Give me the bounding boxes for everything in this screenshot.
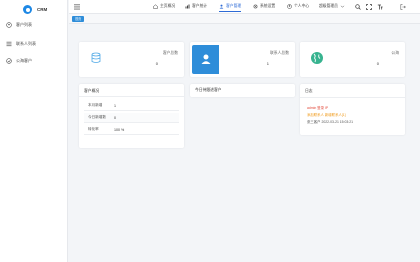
stat-icon-box	[79, 42, 112, 75]
row-key: 本月新增	[88, 103, 103, 107]
row-key: 转化率	[88, 127, 99, 131]
log-entry: 添加联系人 新增联系人[1]	[307, 113, 346, 117]
followups-panel: 今日待跟进客户	[190, 84, 295, 97]
sidebar-item-label: 公海客户	[16, 58, 32, 63]
home-icon	[153, 4, 158, 9]
stat-icon-box	[192, 45, 219, 74]
log-entry: admin 登录 IP	[307, 106, 329, 110]
stat-value: 0	[155, 61, 158, 66]
panel-title: 日志	[305, 89, 313, 93]
stat-card-contacts: 联系人总数 1	[190, 42, 295, 77]
search-icon[interactable]	[355, 4, 361, 10]
table-row: 今日新增数 0	[84, 113, 179, 123]
pool-icon	[6, 58, 12, 64]
sidebar-item-label: 联系人列表	[16, 41, 36, 46]
divider	[300, 97, 405, 98]
row-value: 0	[114, 115, 116, 120]
chart-icon	[185, 4, 190, 9]
person-icon	[287, 4, 292, 9]
row-value: 1	[114, 103, 116, 108]
nav-customer-manage[interactable]: 客户管理	[219, 4, 242, 12]
stat-label: 联系人总数	[270, 51, 289, 55]
row-value: 100 %	[114, 127, 125, 132]
nav-label: 主页概况	[160, 4, 176, 8]
stat-card-pool: 公海 0	[300, 42, 405, 77]
sidebar-item-customers[interactable]: 客户列表	[6, 22, 32, 28]
sidebar-item-contacts[interactable]: 联系人列表	[6, 41, 36, 47]
stat-value: 0	[376, 61, 379, 66]
nav-label: 个人中心	[294, 4, 310, 8]
nav-settings[interactable]: 系统设置	[253, 4, 275, 9]
log-panel: 日志 admin 登录 IP 添加联系人 新增联系人[1] 张三客户 2022-…	[300, 84, 405, 135]
font-size-icon[interactable]	[377, 4, 383, 10]
sidebar-item-label: 客户列表	[16, 22, 32, 27]
panel-title: 客户概况	[84, 89, 100, 93]
row-key: 今日新增数	[88, 115, 106, 119]
stat-value: 1	[266, 61, 269, 66]
nav-label: 客户管理	[226, 4, 242, 8]
contact-icon	[200, 53, 212, 66]
nav-label: 系统设置	[260, 4, 276, 8]
app-logo[interactable]: CRM	[23, 5, 47, 14]
chevron-down-icon	[340, 4, 345, 9]
table-row: 转化率 100 %	[84, 125, 179, 135]
panel-title: 今日待跟进客户	[195, 88, 222, 92]
nav-stats[interactable]: 客户统计	[185, 4, 207, 9]
list-icon	[6, 41, 12, 47]
logout-icon[interactable]	[400, 4, 406, 10]
users-icon	[6, 22, 12, 28]
sidebar-item-pool[interactable]: 公海客户	[6, 58, 32, 64]
stat-label: 客户总数	[162, 51, 178, 55]
tag-home[interactable]: 首页	[72, 16, 85, 22]
nav-home[interactable]: 主页概况	[153, 4, 175, 9]
user-menu[interactable]: 超级管理员	[319, 4, 345, 9]
tags-bar: 首页	[69, 14, 420, 24]
nav-label: 客户统计	[192, 4, 208, 8]
fullscreen-icon[interactable]	[366, 4, 372, 10]
app-name: CRM	[37, 7, 48, 12]
logo-icon	[23, 5, 32, 14]
stat-icon-box	[300, 42, 333, 75]
table-row: 本月新增 1	[84, 101, 179, 111]
user-name: 超级管理员	[319, 4, 338, 8]
stat-label: 公海	[391, 51, 399, 55]
settings-icon	[253, 4, 258, 9]
log-entry: 张三客户 2022-03-21 15:03:21	[307, 120, 353, 124]
sidebar: CRM 客户列表 联系人列表 公海客户	[0, 0, 68, 262]
stat-card-customers: 客户总数 0	[79, 42, 184, 77]
nav-profile[interactable]: 个人中心	[287, 4, 309, 9]
user-icon	[219, 4, 224, 9]
database-icon	[90, 52, 102, 65]
overview-panel: 客户概况 本月新增 1 今日新增数 0 转化率 100 %	[79, 84, 184, 148]
divider	[79, 96, 184, 97]
globe-icon	[310, 51, 324, 66]
menu-fold-icon[interactable]	[74, 4, 81, 10]
top-navbar: 主页概况 客户统计 客户管理 系统设置 个人中心 超级管理员	[69, 0, 420, 14]
